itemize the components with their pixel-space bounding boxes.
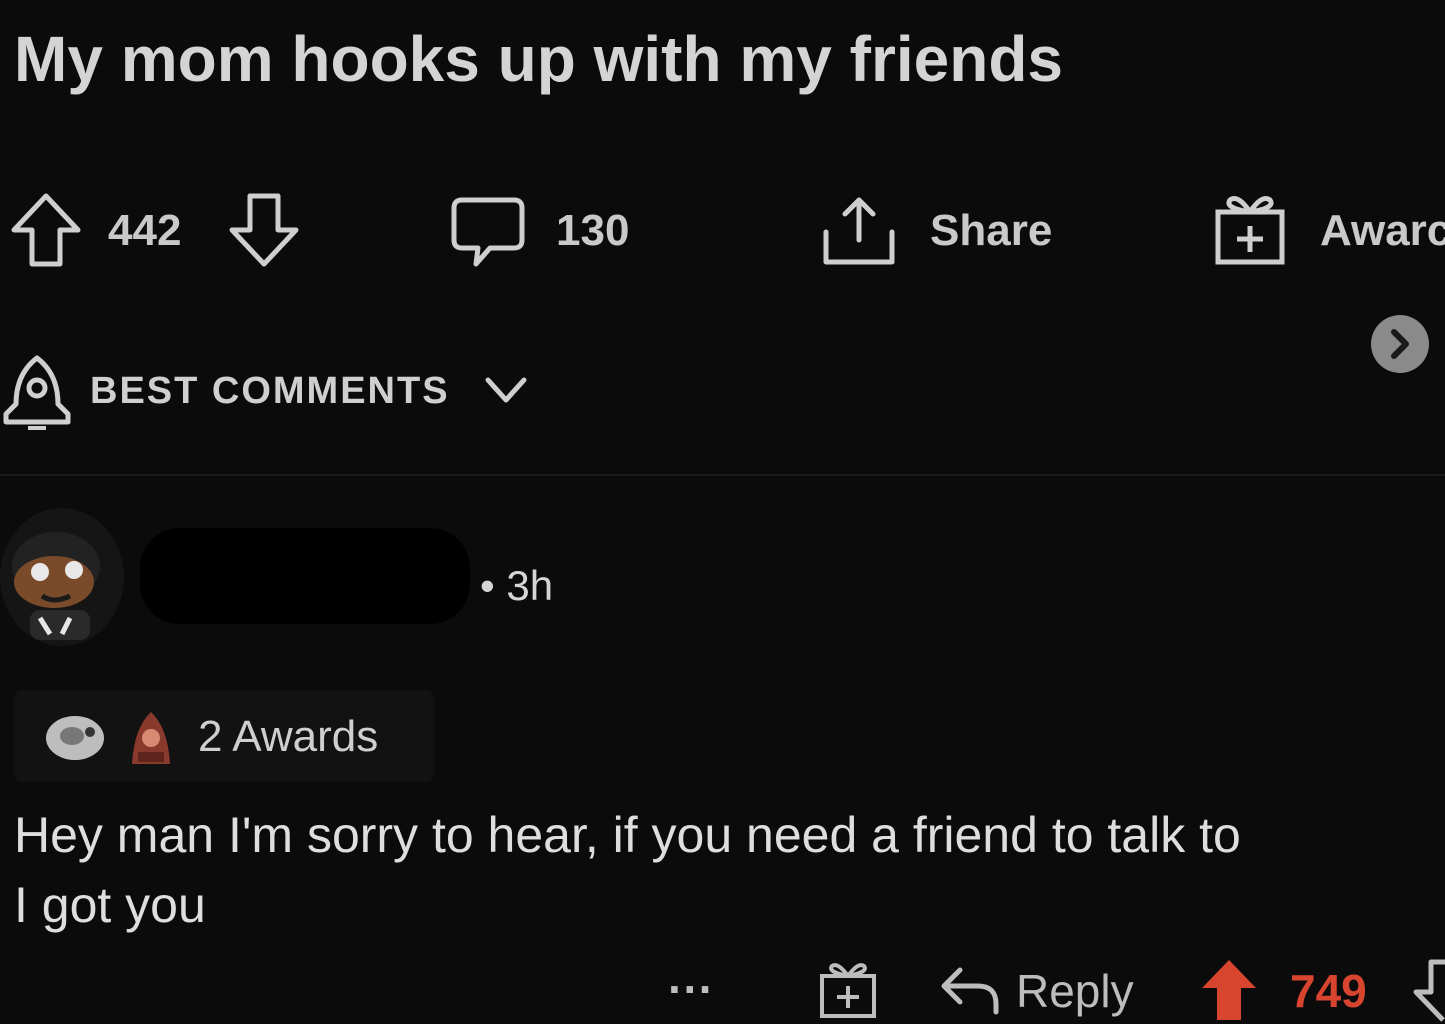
- reply-arrow-icon[interactable]: [938, 962, 1000, 1016]
- award-badge-icon: [44, 714, 106, 762]
- downvote-arrow-icon[interactable]: [228, 192, 300, 268]
- comment-bubble-icon[interactable]: [450, 194, 526, 270]
- post-score: 442: [108, 206, 182, 255]
- rocket-icon[interactable]: [2, 354, 72, 430]
- award-badge-icon: [124, 708, 178, 768]
- award-button[interactable]: Awarc: [1320, 206, 1445, 256]
- gift-award-icon[interactable]: [1212, 190, 1288, 268]
- chevron-right-icon[interactable]: [1370, 314, 1430, 374]
- avatar[interactable]: [0, 508, 124, 646]
- comments-count[interactable]: 130: [556, 206, 629, 256]
- divider: [0, 474, 1445, 476]
- chevron-down-icon[interactable]: [484, 372, 528, 408]
- upvote-arrow-icon[interactable]: [1198, 956, 1260, 1022]
- comment-text: Hey man I'm sorry to hear, if you need a…: [14, 807, 1241, 933]
- redacted-username: [140, 528, 470, 624]
- downvote-arrow-icon[interactable]: [1412, 958, 1445, 1024]
- more-options-button[interactable]: ···: [668, 962, 714, 1016]
- comment-score: 749: [1290, 965, 1367, 1017]
- gift-award-icon[interactable]: [818, 958, 878, 1020]
- share-icon[interactable]: [820, 192, 898, 268]
- comment-time: • 3h: [480, 562, 554, 609]
- sort-label[interactable]: BEST COMMENTS: [90, 370, 450, 413]
- awards-count: 2 Awards: [198, 712, 379, 761]
- reply-button[interactable]: Reply: [1016, 964, 1134, 1018]
- upvote-arrow-icon[interactable]: [10, 192, 82, 268]
- share-button[interactable]: Share: [930, 206, 1052, 256]
- post-title: My mom hooks up with my friends: [14, 23, 1063, 95]
